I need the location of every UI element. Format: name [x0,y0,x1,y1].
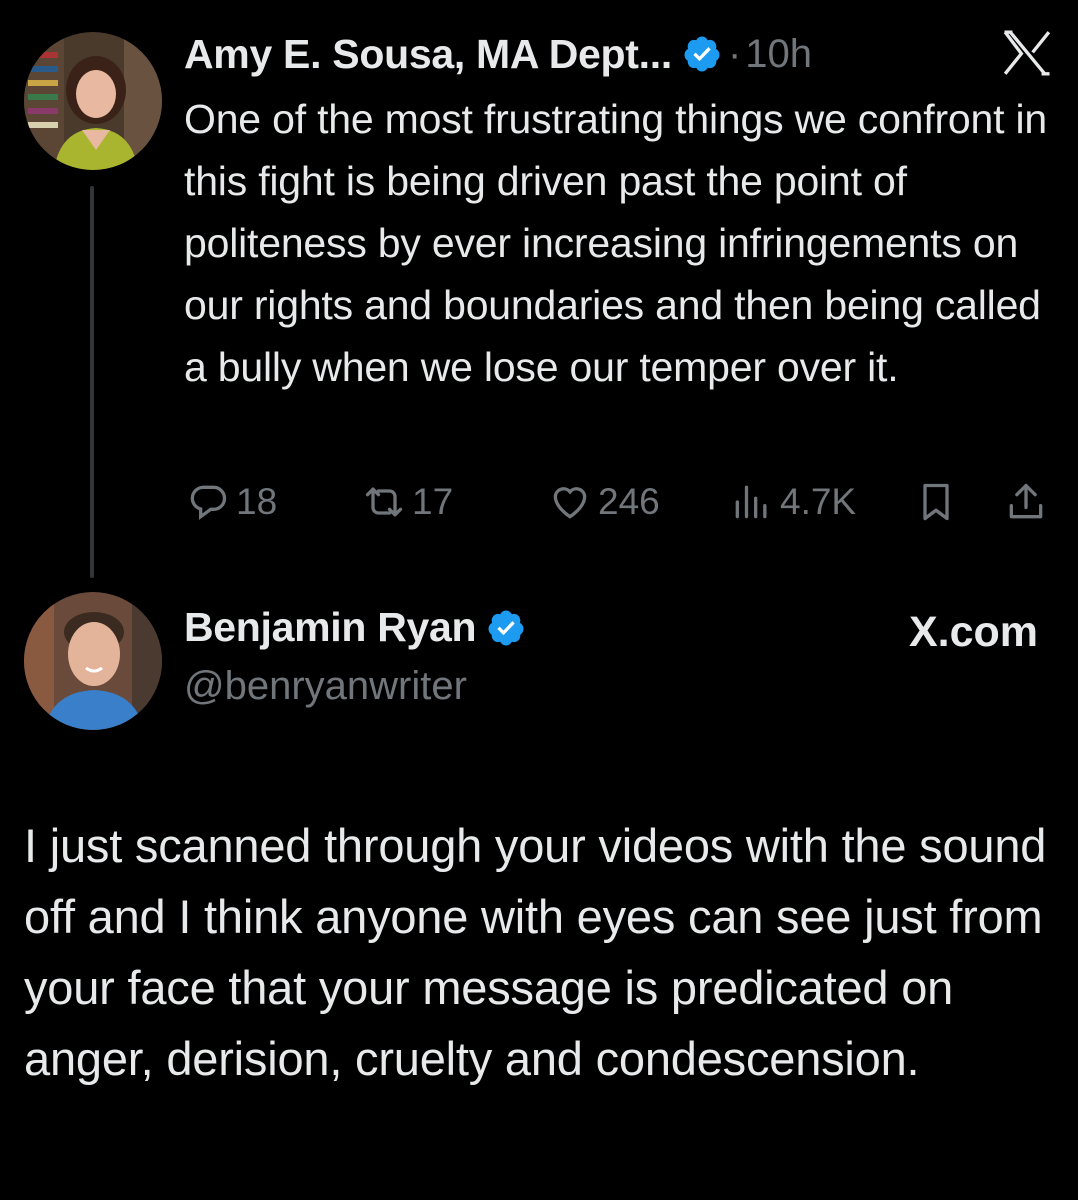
tweet-header: Amy E. Sousa, MA Dept... · 10h [184,26,812,82]
bookmark-icon [923,483,949,521]
retweet-icon [365,487,403,517]
quoted-tweet-text: I just scanned through your videos with … [24,819,1047,1085]
reply-count: 18 [236,481,278,522]
tweet-text: One of the most frustrating things we co… [184,96,1048,390]
avatar-amy[interactable] [24,32,162,170]
quoted-author-name[interactable]: Benjamin Ryan [184,604,477,651]
like-button[interactable]: 246 [548,474,660,530]
reply-icon [190,485,227,520]
tweet-action-bar: 18 17 246 4.7K [0,474,1078,530]
separator-dot: · [727,31,742,76]
xcom-brand: X.com [908,608,1038,656]
reply-button[interactable]: 18 [186,474,277,530]
timestamp[interactable]: 10h [745,32,812,77]
like-icon [553,487,587,519]
retweet-count: 17 [412,481,454,522]
author-name[interactable]: Amy E. Sousa, MA Dept... [184,31,672,78]
share-icon [1009,483,1043,519]
views-count: 4.7K [780,481,857,522]
verified-badge-icon [488,610,524,645]
x-logo-icon [1003,30,1051,76]
bookmark-button[interactable] [914,474,964,530]
quoted-author-row: Benjamin Ryan [184,604,526,651]
like-count: 246 [598,481,660,522]
retweet-button[interactable]: 17 [362,474,453,530]
verified-badge-icon [684,36,720,72]
avatar-benjamin[interactable] [24,592,162,730]
share-button[interactable] [1004,474,1054,530]
quoted-author-handle[interactable]: @benryanwriter [184,664,467,709]
views-icon [735,485,767,519]
views-button[interactable]: 4.7K [730,474,856,530]
